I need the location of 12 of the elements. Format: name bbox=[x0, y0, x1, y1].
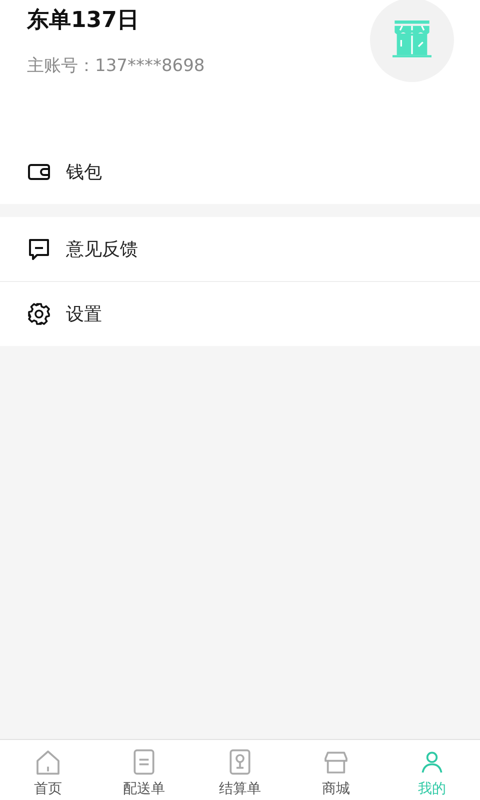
settings-icon bbox=[27, 302, 51, 326]
menu-item[interactable]: 意见反馈 bbox=[0, 217, 480, 282]
tab[interactable]: 首页 bbox=[0, 740, 96, 800]
user-name: 东单137日 bbox=[27, 7, 140, 35]
account-number: 主账号：137****8698 bbox=[27, 55, 205, 78]
tab[interactable]: 配送单 bbox=[96, 740, 192, 800]
chat-icon bbox=[27, 237, 51, 261]
menu-item[interactable]: 设置 bbox=[0, 282, 480, 346]
tab[interactable]: 结算单 bbox=[192, 740, 288, 800]
menu-item[interactable]: 钱包 bbox=[0, 140, 480, 204]
tab[interactable]: 商城 bbox=[288, 740, 384, 800]
house-icon bbox=[34, 748, 62, 776]
